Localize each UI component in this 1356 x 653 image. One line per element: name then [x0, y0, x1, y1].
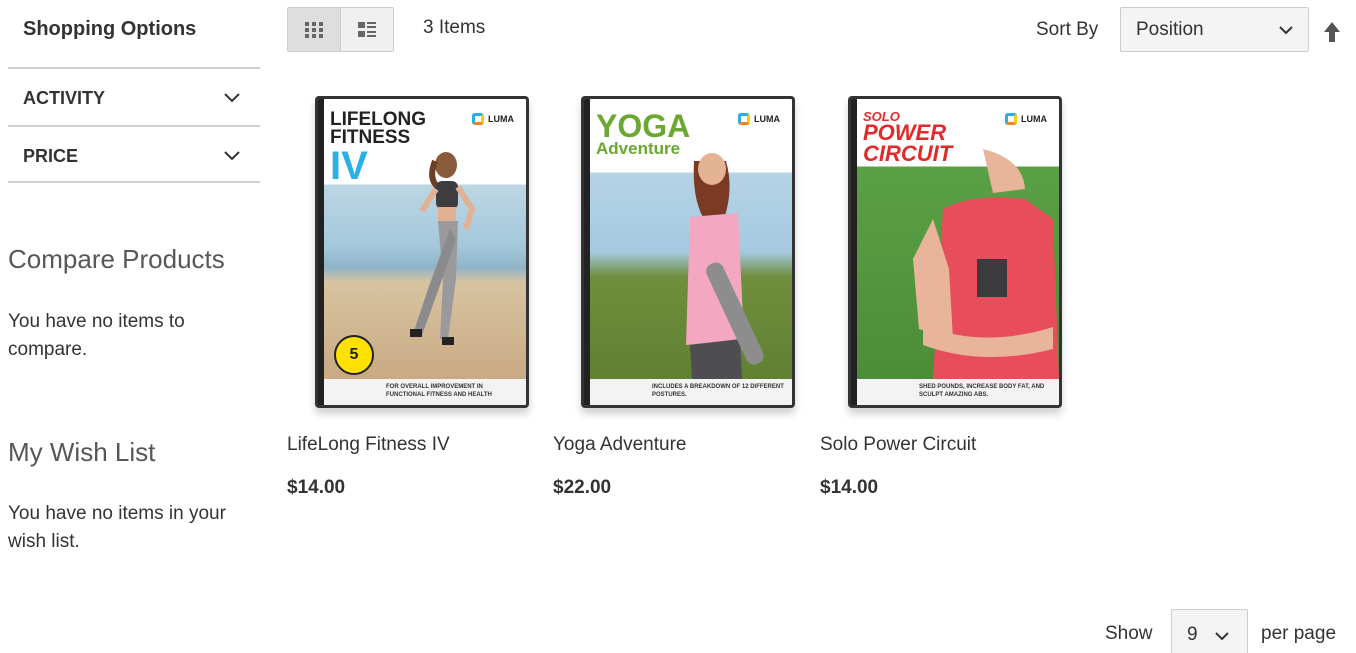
items-count: 3 Items [423, 17, 486, 38]
product-image[interactable]: LIFELONG FITNESS IV LUMA 5 FOR OVERALL I… [315, 96, 529, 408]
filter-price[interactable]: PRICE [8, 125, 260, 183]
limiter-select[interactable]: 9 [1171, 609, 1248, 653]
product-image[interactable]: SOLO POWER CIRCUIT LUMA SHED POUNDS, INC… [848, 96, 1062, 408]
compare-products-title: Compare Products [8, 244, 225, 274]
limiter-value: 9 [1187, 624, 1198, 645]
chevron-down-icon [224, 93, 240, 103]
per-page-label: per page [1261, 623, 1337, 644]
sort-by-select[interactable]: Position [1120, 7, 1309, 52]
luma-logo: LUMA [1005, 113, 1047, 125]
wishlist-title: My Wish List [8, 437, 156, 467]
filter-price-label: PRICE [23, 146, 79, 166]
luma-logo: LUMA [472, 113, 514, 125]
wishlist-empty-text: You have no items in your wish list. [8, 503, 226, 552]
luma-logo: LUMA [738, 113, 780, 125]
product-price: $14.00 [820, 477, 879, 498]
sort-by-value: Position [1136, 19, 1204, 40]
product-name-link[interactable]: Yoga Adventure [553, 434, 686, 456]
filter-activity[interactable]: ACTIVITY [8, 67, 260, 125]
athlete-figure [913, 149, 1059, 379]
arrow-up-icon[interactable] [1322, 20, 1342, 44]
filter-activity-label: ACTIVITY [23, 88, 106, 108]
chevron-down-icon [224, 151, 240, 161]
runner-figure [410, 152, 476, 345]
view-mode-switcher [287, 7, 394, 52]
product-price: $22.00 [553, 477, 612, 498]
grid-view-button[interactable] [288, 8, 341, 51]
list-view-icon [357, 21, 376, 37]
show-label: Show [1105, 623, 1153, 644]
product-name-link[interactable]: LifeLong Fitness IV [287, 434, 450, 456]
sort-by-label: Sort By [1036, 19, 1099, 40]
product-name-link[interactable]: Solo Power Circuit [820, 434, 976, 456]
shopping-options-title: Shopping Options [23, 18, 197, 40]
product-price: $14.00 [287, 477, 346, 498]
chevron-down-icon [1279, 26, 1293, 35]
grid-view-icon [304, 21, 323, 38]
chevron-down-icon [1215, 632, 1229, 641]
yoga-figure [686, 153, 764, 379]
product-image[interactable]: YOGA Adventure LUMA INCLUDES A BREAKDOWN… [581, 96, 795, 408]
compare-empty-text: You have no items to compare. [8, 311, 185, 360]
list-view-button[interactable] [340, 8, 393, 51]
